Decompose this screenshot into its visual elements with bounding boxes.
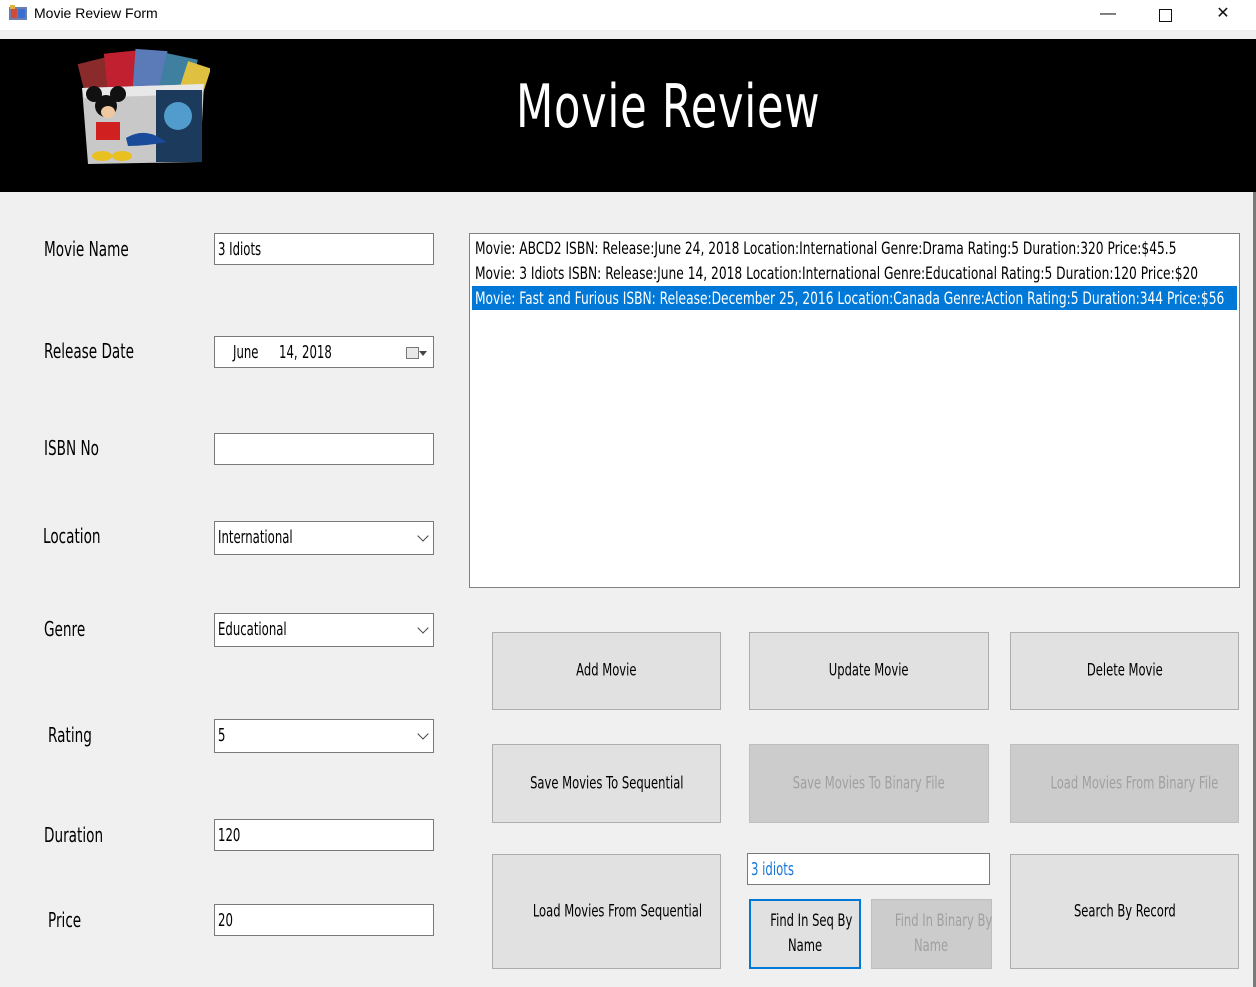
load-binary-button[interactable]: Load Movies From Binary File (1010, 744, 1239, 823)
release-date-year: 2018 (302, 342, 332, 363)
banner-title: Movie Review (516, 72, 821, 142)
load-binary-label: Load Movies From Binary File (1050, 773, 1219, 793)
genre-label: Genre (44, 617, 86, 641)
duration-label: Duration (44, 823, 104, 847)
location-select[interactable]: International (214, 521, 434, 555)
close-button[interactable]: ✕ (1200, 0, 1246, 30)
search-name-value: 3 idiots (751, 859, 794, 880)
save-sequential-button[interactable]: Save Movies To Sequential (492, 744, 721, 823)
find-binary-by-name-button[interactable]: Find In Binary By Name (871, 899, 992, 969)
movie-folder-logo (77, 48, 210, 164)
calendar-icon[interactable] (406, 347, 419, 359)
update-movie-label: Update Movie (829, 660, 909, 681)
rating-select[interactable]: 5 (214, 719, 434, 753)
app-icon (9, 5, 27, 20)
search-by-record-button[interactable]: Search By Record (1010, 854, 1239, 969)
list-item-text: Movie: 3 Idiots ISBN: Release:June 14, 2… (475, 264, 1199, 284)
save-binary-button[interactable]: Save Movies To Binary File (749, 744, 989, 823)
rating-label: Rating (48, 723, 92, 747)
find-binary-label-line1: Find In Binary By (894, 911, 993, 931)
location-label: Location (43, 524, 101, 548)
list-item[interactable]: Movie: 3 Idiots ISBN: Release:June 14, 2… (472, 261, 1237, 285)
close-icon: ✕ (1216, 5, 1230, 22)
duration-value: 120 (218, 825, 241, 846)
rating-value: 5 (218, 725, 226, 746)
isbn-input[interactable] (214, 433, 434, 465)
chevron-down-icon[interactable] (417, 530, 429, 542)
save-sequential-label: Save Movies To Sequential (529, 773, 684, 793)
delete-movie-label: Delete Movie (1086, 660, 1163, 681)
find-binary-label-line2: Name (914, 936, 949, 956)
find-seq-label-line1: Find In Seq By (770, 911, 853, 931)
maximize-button[interactable] (1142, 0, 1188, 30)
price-input[interactable]: 20 (214, 904, 434, 936)
release-date-month: June (233, 342, 259, 363)
save-binary-label: Save Movies To Binary File (793, 773, 945, 793)
update-movie-button[interactable]: Update Movie (749, 632, 989, 710)
maximize-icon (1158, 9, 1172, 22)
dropdown-arrow-icon[interactable] (419, 351, 427, 356)
title-bar: Movie Review Form — ✕ (0, 0, 1256, 30)
duration-input[interactable]: 120 (214, 819, 434, 851)
add-movie-button[interactable]: Add Movie (492, 632, 721, 710)
release-date-day: 14, (279, 342, 298, 363)
release-date-label: Release Date (44, 339, 134, 363)
price-value: 20 (218, 910, 233, 931)
movie-name-value: 3 Idiots (218, 239, 262, 260)
search-by-record-label: Search By Record (1073, 901, 1176, 921)
movie-listbox[interactable]: Movie: ABCD2 ISBN: Release:June 24, 2018… (469, 233, 1240, 588)
find-seq-label-line2: Name (787, 936, 823, 956)
window-title: Movie Review Form (34, 5, 158, 21)
minimize-icon: — (1100, 5, 1116, 22)
delete-movie-button[interactable]: Delete Movie (1010, 632, 1239, 710)
chevron-down-icon[interactable] (417, 728, 429, 740)
load-sequential-label: Load Movies From Sequential (532, 901, 703, 921)
isbn-label: ISBN No (44, 436, 99, 460)
genre-select[interactable]: Educational (214, 613, 434, 647)
genre-value: Educational (218, 619, 287, 640)
list-item-text: Movie: Fast and Furious ISBN: Release:De… (475, 289, 1225, 309)
location-value: International (218, 527, 293, 548)
header-banner: Movie Review (0, 39, 1256, 192)
chevron-down-icon[interactable] (417, 622, 429, 634)
list-item[interactable]: Movie: ABCD2 ISBN: Release:June 24, 2018… (472, 236, 1237, 260)
load-sequential-button[interactable]: Load Movies From Sequential (492, 854, 721, 969)
list-item-selected[interactable]: Movie: Fast and Furious ISBN: Release:De… (472, 286, 1237, 310)
release-date-picker[interactable]: June 14, 2018 (214, 336, 434, 368)
movie-name-input[interactable]: 3 Idiots (214, 233, 434, 265)
movie-name-label: Movie Name (44, 237, 129, 261)
price-label: Price (48, 908, 82, 932)
search-name-input[interactable]: 3 idiots (747, 853, 990, 885)
add-movie-label: Add Movie (576, 660, 637, 681)
list-item-text: Movie: ABCD2 ISBN: Release:June 24, 2018… (475, 239, 1177, 259)
minimize-button[interactable]: — (1085, 0, 1131, 30)
find-seq-by-name-button[interactable]: Find In Seq By Name (749, 899, 861, 969)
